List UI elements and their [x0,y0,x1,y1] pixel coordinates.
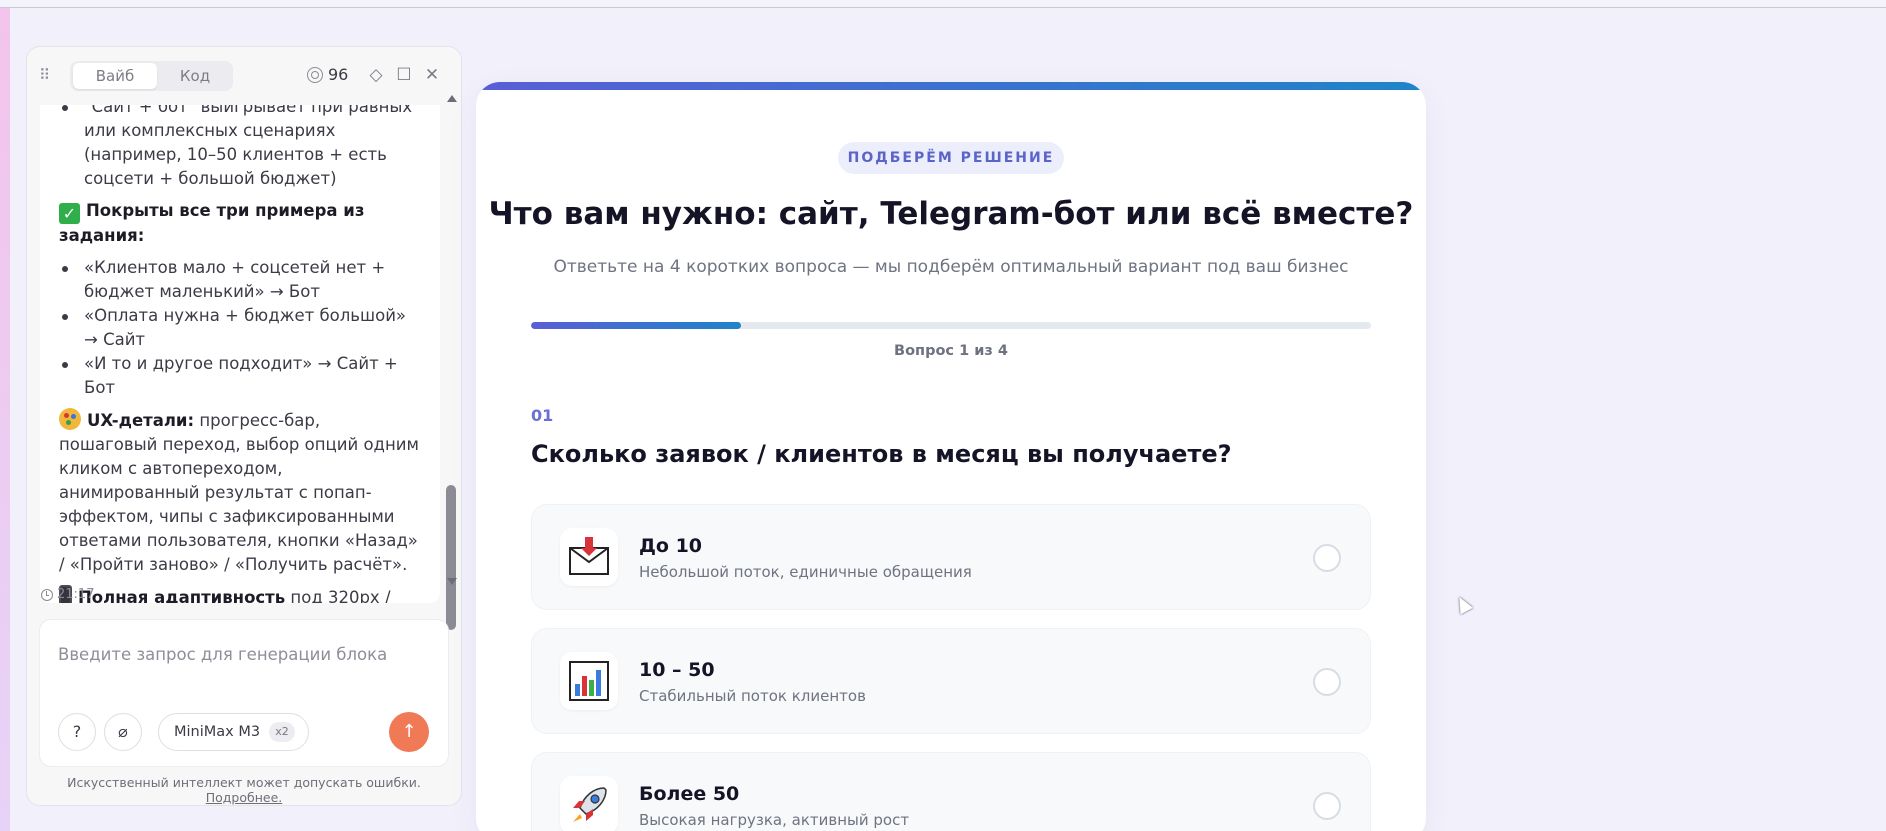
progress-fill [531,322,741,329]
prompt-input[interactable] [58,634,428,674]
option-radio[interactable] [1313,792,1341,820]
ux-heading: UX-детали: [87,411,195,430]
mode-switch: Вайб Код [70,61,233,91]
model-multiplier-badge: x2 [269,722,295,742]
tab-code[interactable]: Код [160,63,230,89]
ai-disclaimer: Искусственный интеллект может допускать … [27,775,461,805]
help-button[interactable]: ? [58,713,96,751]
model-name: MiniMax M3 [174,724,261,740]
panel-header: ⠿ Вайб Код 96 ◇ ☐ ✕ [27,47,461,103]
quiz-card: ПОДБЕРЁМ РЕШЕНИЕ Что вам нужно: сайт, Te… [476,82,1426,831]
quiz-accent-bar [476,82,1426,90]
disclaimer-text: Искусственный интеллект может допускать … [67,775,421,790]
list-item: "Сайт + бот" выигрывает при равных или к… [59,105,419,191]
scroll-up-arrow[interactable] [447,95,457,102]
message-timestamp: 21:17 [41,587,94,602]
send-button[interactable]: ↑ [389,712,429,752]
scroll-down-arrow[interactable] [447,578,457,585]
cutoff-list: "Сайт + бот" выигрывает при равных или к… [59,105,419,191]
check-mark-icon: ✓ [59,203,80,224]
quiz-eyebrow-badge: ПОДБЕРЁМ РЕШЕНИЕ [838,142,1064,174]
learn-more-link[interactable]: Подробнее. [206,790,283,805]
clock-icon [41,588,53,601]
ux-text: прогресс-бар, пошаговый переход, выбор о… [59,411,419,574]
credits-value: 96 [328,65,349,84]
option-title: 10 – 50 [639,659,715,681]
prompt-composer: ? ⌀ MiniMax M3 x2 ↑ [39,619,449,767]
close-icon[interactable]: ✕ [421,64,443,86]
coverage-heading: Покрыты все три примера из задания: [59,201,365,245]
option-radio[interactable] [1313,544,1341,572]
option-subtitle: Небольшой поток, единичные обращения [639,563,972,581]
adaptive-heading: Полная адаптивность [78,588,286,603]
credits-icon [307,67,323,83]
model-selector[interactable]: MiniMax M3 x2 [158,713,309,751]
question-text: Сколько заявок / клиентов в месяц вы пол… [531,440,1232,468]
window-top-edge [0,0,1886,8]
option-subtitle: Стабильный поток клиентов [639,687,866,705]
progress-bar [531,322,1371,329]
option-10-50[interactable]: 10 – 50 Стабильный поток клиентов [531,628,1371,734]
quiz-title: Что вам нужно: сайт, Telegram-бот или вс… [488,196,1414,232]
assistant-message: "Сайт + бот" выигрывает при равных или к… [40,105,440,603]
left-accent-strip [0,8,10,831]
message-body: "Сайт + бот" выигрывает при равных или к… [59,105,419,603]
time-value: 21:17 [57,587,95,602]
list-item: «Клиентов мало + соцсетей нет + бюджет м… [59,256,419,304]
arrow-up-icon: ↑ [401,721,417,742]
list-item: «Оплата нужна + бюджет большой» → Сайт [59,304,419,352]
message-scroll-area[interactable]: "Сайт + бот" выигрывает при равных или к… [40,105,456,625]
bar-chart-icon [560,652,618,710]
inbox-tray-icon [560,528,618,586]
rocket-icon [560,776,618,831]
option-more-than-50[interactable]: Более 50 Высокая нагрузка, активный рост [531,752,1371,831]
tab-vibe[interactable]: Вайб [73,63,157,89]
message-scrollbar[interactable] [445,95,457,630]
expand-icon[interactable]: ☐ [393,64,415,86]
option-title: До 10 [639,535,703,557]
option-radio[interactable] [1313,668,1341,696]
question-number: 01 [531,406,554,425]
layers-icon[interactable]: ◇ [365,64,387,86]
drag-handle-icon[interactable]: ⠿ [39,67,55,83]
option-subtitle: Высокая нагрузка, активный рост [639,811,910,829]
paperclip-icon: ⌀ [118,722,128,741]
quiz-subtitle: Ответьте на 4 коротких вопроса — мы подб… [553,257,1349,277]
ux-paragraph: UX-детали: прогресс-бар, пошаговый перех… [59,408,419,577]
mouse-cursor-icon [1453,593,1473,615]
option-up-to-10[interactable]: До 10 Небольшой поток, единичные обращен… [531,504,1371,610]
ai-chat-panel: ⠿ Вайб Код 96 ◇ ☐ ✕ "Сайт + бот" выигрыв… [26,46,462,806]
list-item: «И то и другое подходит» → Сайт + Бот [59,352,419,400]
option-title: Более 50 [639,783,740,805]
coverage-paragraph: ✓ Покрыты все три примера из задания: [59,199,419,248]
palette-icon [59,408,81,430]
coverage-list: «Клиентов мало + соцсетей нет + бюджет м… [59,256,419,400]
progress-label: Вопрос 1 из 4 [894,343,1008,359]
attach-button[interactable]: ⌀ [104,713,142,751]
scroll-thumb[interactable] [446,485,456,630]
credits-counter: 96 [307,62,348,88]
adaptive-paragraph: Полная адаптивность под 320px / 480px / … [59,585,419,603]
